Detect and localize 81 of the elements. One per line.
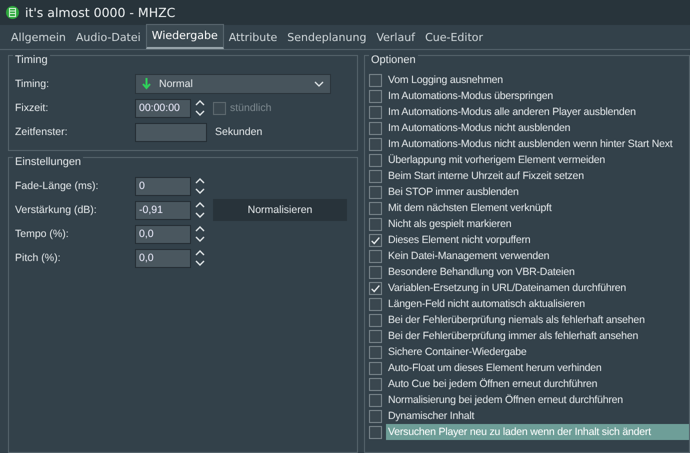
option-label[interactable]: Nicht als gespielt markieren	[386, 216, 689, 232]
option-label[interactable]: Dynamischer Inhalt	[386, 408, 689, 424]
checkbox[interactable]	[369, 218, 382, 230]
app-icon	[6, 6, 19, 19]
option-label[interactable]: Mit dem nächsten Element verknüpft	[386, 200, 689, 216]
checkbox[interactable]	[369, 154, 382, 166]
group-title: Optionen	[369, 54, 418, 66]
checkbox[interactable]	[369, 266, 382, 278]
option-label[interactable]: Auto Cue bei jedem Öffnen erneut durchführen	[386, 376, 689, 392]
checkbox[interactable]	[369, 426, 382, 438]
chevron-icon	[314, 81, 324, 87]
checkbox[interactable]	[369, 138, 382, 150]
option-label[interactable]: Überlappung mit vorherigem Element vermeiden	[386, 152, 689, 168]
option-label[interactable]: Bei STOP immer ausblenden	[386, 184, 689, 200]
tab[interactable]: Allgemein	[6, 27, 71, 49]
field-label: Fixzeit:	[15, 102, 50, 114]
tab[interactable]: Verlauf	[371, 27, 420, 49]
checkbox[interactable]	[369, 282, 382, 294]
checkbox[interactable]	[369, 378, 382, 390]
field-label: Pitch (%):	[15, 252, 62, 264]
field-label: Tempo (%):	[15, 228, 70, 240]
option-label[interactable]: Im Automations-Modus alle anderen Player ausblenden	[386, 104, 689, 120]
group-title: Einstellungen	[13, 156, 84, 168]
option-label[interactable]: Vom Logging ausnehmen	[386, 72, 689, 88]
checkbox-label: stündlich	[230, 102, 272, 114]
field-label: Zeitfenster:	[15, 126, 69, 138]
option-label[interactable]: Kein Datei-Management verwenden	[386, 248, 689, 264]
tab[interactable]: Audio-Datei	[70, 27, 146, 49]
tab[interactable]: Attribute	[224, 27, 282, 49]
checkbox[interactable]	[369, 90, 382, 102]
checkbox[interactable]	[369, 362, 382, 374]
tab[interactable]: Cue-Editor	[420, 27, 488, 49]
spin-arrows-icon[interactable]	[195, 201, 205, 219]
option-label[interactable]: Auto-Float um dieses Element herum verhinden	[386, 360, 689, 376]
option-label[interactable]: Sichere Container-Wiedergabe	[386, 344, 689, 360]
option-label[interactable]: Beim Start interne Uhrzeit auf Fixzeit setzen	[386, 168, 689, 184]
tab[interactable]: Sendeplanung	[282, 27, 372, 49]
checkbox[interactable]	[369, 298, 382, 310]
field-label: Fade-Länge (ms):	[15, 180, 100, 192]
timing-dropdown[interactable]: Normal	[135, 74, 331, 94]
spin-arrows-icon[interactable]	[195, 177, 205, 195]
window-title: it's almost 0000 - MHZC	[25, 5, 176, 20]
down-arrow-icon	[142, 78, 151, 90]
option-label[interactable]: Dieses Element nicht vorpuffern	[386, 232, 689, 248]
tab[interactable]: Wiedergabe	[146, 24, 224, 49]
field-label: Verstärkung (dB):	[15, 204, 98, 216]
option-label[interactable]: Längen-Feld nicht automatisch aktualisieren	[386, 296, 689, 312]
checkbox[interactable]	[369, 170, 382, 182]
number-field[interactable]: 0,0	[135, 224, 191, 244]
spin-arrows-icon[interactable]	[195, 225, 205, 243]
option-label[interactable]: Im Automations-Modus nicht ausblenden wenn hinter Start Next	[386, 136, 689, 152]
spin-arrows-icon[interactable]	[195, 249, 205, 267]
checkbox[interactable]	[369, 314, 382, 326]
checkbox[interactable]	[369, 202, 382, 214]
option-label[interactable]: Bei der Fehlerüberprüfung immer als fehlerhaft ansehen	[386, 328, 689, 344]
checkbox[interactable]	[369, 234, 382, 246]
option-label[interactable]: Bei der Fehlerüberprüfung niemals als fehlerhaft ansehen	[386, 312, 689, 328]
option-label[interactable]: Besondere Behandlung von VBR-Dateien	[386, 264, 689, 280]
checkbox[interactable]	[369, 122, 382, 134]
number-field[interactable]: 0,0	[135, 248, 191, 268]
field-label: Timing:	[15, 78, 50, 90]
checkbox[interactable]	[369, 186, 382, 198]
checkbox[interactable]	[369, 394, 382, 406]
checkbox[interactable]	[369, 74, 382, 86]
group-title: Timing	[13, 54, 50, 66]
checkbox[interactable]	[369, 330, 382, 342]
time-field[interactable]: 00:00:00	[135, 98, 191, 118]
option-label[interactable]: Variablen-Ersetzung in URL/Dateinamen durchführen	[386, 280, 689, 296]
input-field[interactable]	[135, 122, 207, 142]
option-label[interactable]: Im Automations-Modus überspringen	[386, 88, 689, 104]
normalize-button[interactable]: Normalisieren	[213, 199, 347, 221]
number-field[interactable]: 0	[135, 176, 191, 196]
checkbox[interactable]	[369, 410, 382, 422]
checkbox[interactable]	[369, 346, 382, 358]
number-field[interactable]: -0,91	[135, 200, 191, 220]
option-label[interactable]: Im Automations-Modus nicht ausblenden	[386, 120, 689, 136]
option-label[interactable]: Normalisierung bei jedem Öffnen erneut durchführen	[386, 392, 689, 408]
spin-arrows-icon[interactable]	[195, 99, 205, 117]
checkbox[interactable]	[369, 250, 382, 262]
checkbox[interactable]	[369, 106, 382, 118]
unit-label: Sekunden	[215, 126, 262, 138]
